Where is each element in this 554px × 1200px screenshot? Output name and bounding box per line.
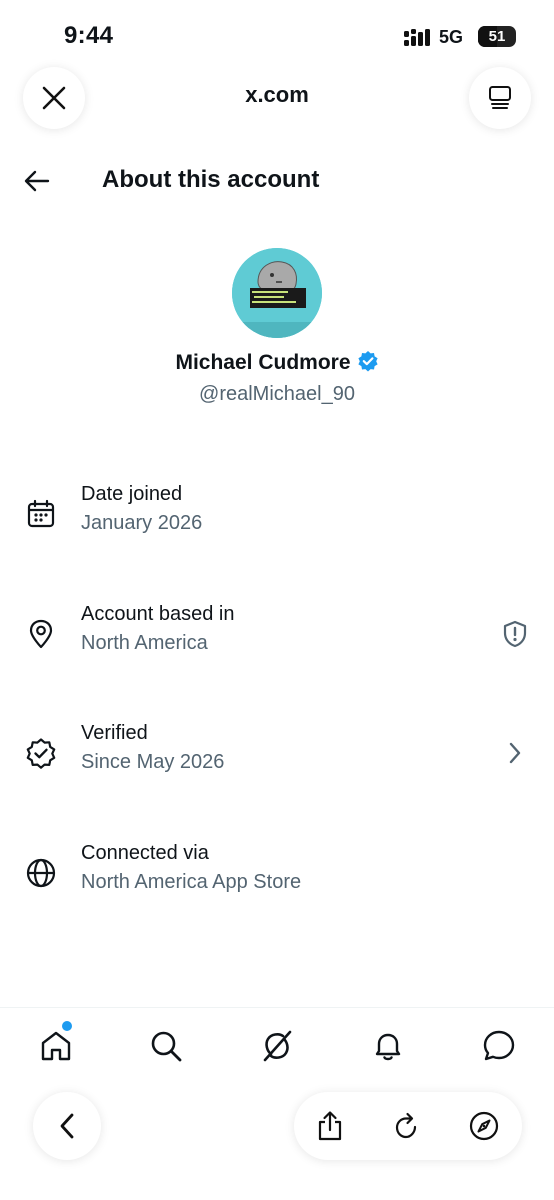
tab-search[interactable]	[148, 1028, 184, 1064]
globe-icon	[24, 856, 58, 890]
tab-messages[interactable]	[481, 1028, 517, 1064]
chevron-right-button[interactable]	[500, 738, 530, 768]
network-type: 5G	[439, 27, 464, 47]
back-icon	[60, 1113, 74, 1139]
tabs-overview-icon	[489, 86, 511, 109]
compass-button[interactable]	[467, 1109, 501, 1143]
detail-value: North America App Store	[81, 871, 302, 893]
verified-badge-icon[interactable]	[357, 350, 379, 372]
profile-name[interactable]: Michael Cudmore	[175, 351, 350, 374]
grok-icon	[263, 1030, 292, 1062]
detail-row-verified[interactable]: Verified Since May 2026	[0, 722, 554, 792]
shield-alert-button[interactable]	[500, 619, 530, 649]
detail-value: Since May 2026	[81, 751, 225, 773]
cellular-signal-icon	[404, 29, 430, 46]
reload-button[interactable]	[389, 1109, 423, 1143]
status-time: 9:44	[64, 22, 114, 49]
tab-grok[interactable]	[259, 1028, 295, 1064]
tab-home[interactable]	[38, 1028, 74, 1064]
close-button[interactable]	[23, 67, 85, 129]
compass-icon	[469, 1111, 499, 1141]
tab-notifications[interactable]	[370, 1028, 406, 1064]
detail-label: Verified	[81, 722, 148, 744]
reload-icon	[395, 1112, 417, 1139]
home-notification-dot	[62, 1021, 72, 1031]
battery-level: 51	[488, 28, 506, 45]
browser-toolbar	[294, 1092, 522, 1160]
back-arrow-icon	[24, 170, 50, 192]
home-icon	[41, 1031, 71, 1061]
detail-value: January 2026	[81, 512, 203, 534]
detail-label: Connected via	[81, 842, 209, 864]
tabs-button[interactable]	[469, 67, 531, 129]
calendar-icon	[24, 497, 58, 531]
avatar[interactable]	[232, 248, 322, 338]
close-icon	[42, 86, 66, 110]
location-pin-icon	[24, 617, 58, 651]
status-bar: 9:44 5G 51	[0, 0, 554, 70]
profile-handle[interactable]: @realMichael_90	[0, 383, 554, 406]
chevron-right-icon	[509, 742, 521, 764]
messages-icon	[483, 1030, 515, 1061]
verified-check-icon	[24, 736, 58, 770]
browser-back-button[interactable]	[33, 1092, 101, 1160]
back-button[interactable]	[22, 166, 52, 196]
page-title: About this account	[102, 166, 320, 193]
notifications-bell-icon	[375, 1033, 401, 1061]
detail-row-account-based-in: Account based in North America	[0, 603, 554, 673]
share-button[interactable]	[313, 1109, 347, 1143]
battery-indicator: 51	[478, 26, 516, 47]
share-icon	[318, 1111, 342, 1141]
detail-label: Date joined	[81, 483, 183, 505]
url-label[interactable]: x.com	[177, 82, 377, 108]
detail-row-date-joined: Date joined January 2026	[0, 483, 554, 553]
search-icon	[151, 1031, 182, 1062]
profile-name-row: Michael Cudmore	[0, 350, 554, 375]
shield-alert-icon	[503, 620, 527, 648]
detail-row-connected-via: Connected via North America App Store	[0, 842, 554, 912]
detail-value: North America	[81, 632, 208, 654]
avatar-image	[232, 248, 322, 338]
detail-label: Account based in	[81, 603, 235, 625]
tab-bar-divider	[0, 1007, 554, 1008]
